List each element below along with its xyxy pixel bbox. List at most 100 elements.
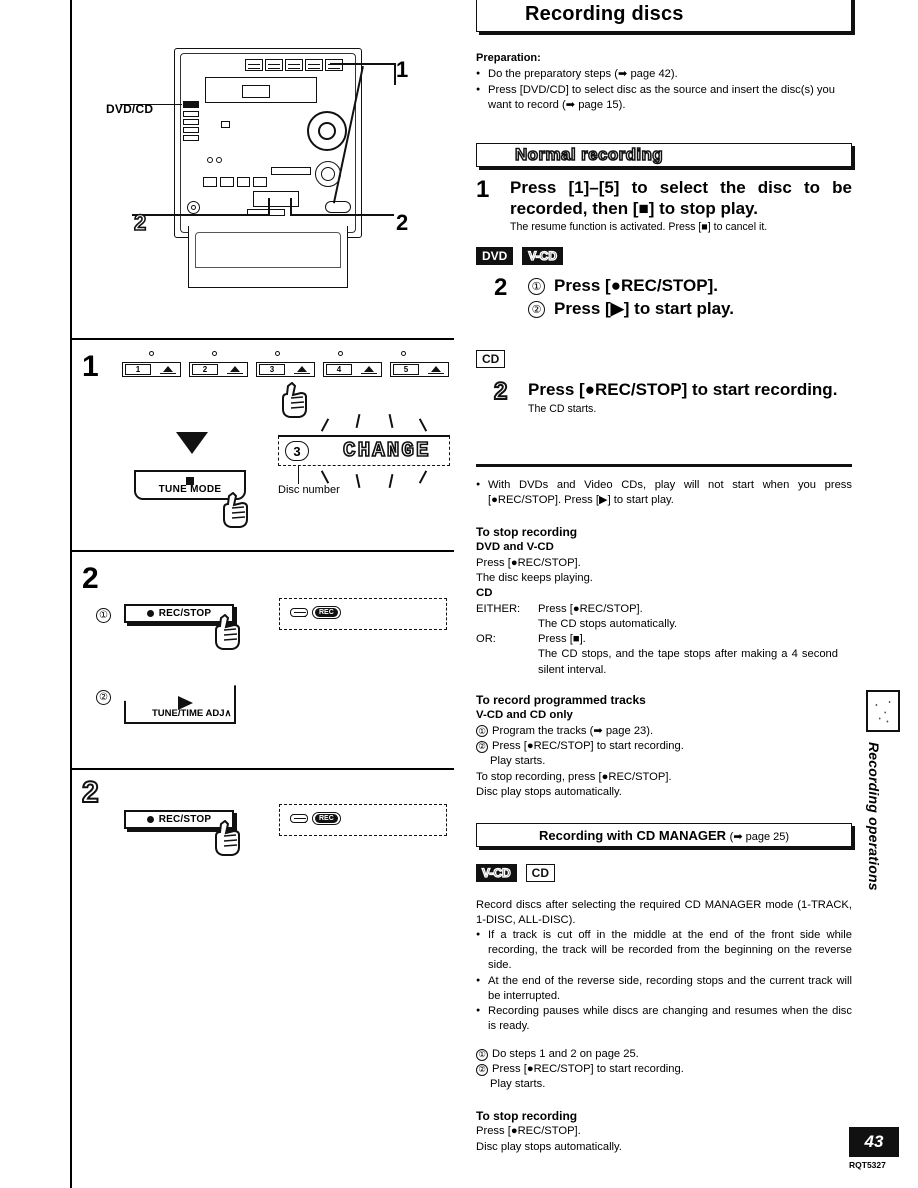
tape-icon-2 <box>290 814 308 823</box>
step-1-sub: The resume function is activated. Press … <box>510 221 768 234</box>
illustration-step-number-2: 2 <box>82 562 99 595</box>
cd-row-or-label: OR: <box>476 633 496 646</box>
display-rec-indicator-1: REC <box>290 606 341 619</box>
normal-recording-step-1: 1 Press [1]–[5] to select the disc to be… <box>476 176 852 235</box>
display-indicator-panel-2: REC <box>279 804 447 836</box>
cd-manager-intro: Record discs after selecting the require… <box>476 899 852 927</box>
transport-buttons-icon <box>203 177 267 187</box>
cd-row-or-line-1: Press [■]. <box>538 633 586 646</box>
panel-step-1-illustration: 1 1 2 3 4 5 TUNE MODE 3 CHANGE Disc numb… <box>72 340 454 552</box>
eject-arrow-3-icon <box>297 366 307 372</box>
programmed-subheading: V-CD and CD only <box>476 709 573 722</box>
badges-dvd-vcd: DVD V-CD <box>476 247 564 266</box>
disc-select-buttons: 1 2 3 4 5 <box>122 362 449 377</box>
down-arrow-icon <box>176 432 208 454</box>
step-2-dvd-text-1: Press [●REC/STOP]. <box>554 276 718 295</box>
section-divider <box>476 464 852 467</box>
cd-manager-marker-2: ② <box>476 1063 488 1076</box>
small-indicator-icon <box>221 121 230 128</box>
cd-row-or: OR: Press [■]. <box>476 632 852 647</box>
panel-step-2-illustration: 2 ① REC/STOP REC ② TUNE/TIME ADJ∧ <box>72 552 454 770</box>
programmed-heading: To record programmed tracks <box>476 693 646 707</box>
display-rec-indicator-2: REC <box>290 812 341 825</box>
programmed-tracks-section: To record programmed tracks V-CD and CD … <box>476 692 852 800</box>
normal-recording-step-2-dvd: 2 ① Press [●REC/STOP]. ② Press [▶] to st… <box>494 276 852 320</box>
to-stop-recording-section-2: To stop recording Press [●REC/STOP]. Dis… <box>476 1108 852 1155</box>
disc-button-2[interactable]: 2 <box>189 362 248 377</box>
cd-manager-text-2: Press [●REC/STOP] to start recording. <box>492 1063 684 1076</box>
badges-cd: CD <box>476 350 506 369</box>
cd-manager-banner-ref: (➡ page 25) <box>729 830 790 843</box>
to-stop-recording-2-line-2: Disc play stops automatically. <box>476 1140 622 1153</box>
preparation-bullet-2: Press [DVD/CD] to select disc as the sou… <box>476 83 852 113</box>
to-stop-recording-heading-2: To stop recording <box>476 1109 578 1123</box>
step-2-dvd-number: 2 <box>494 274 508 301</box>
eject-arrow-1-icon <box>163 366 173 372</box>
dvdcd-button-icon <box>183 101 199 108</box>
rec-stop-label: REC/STOP <box>158 608 212 619</box>
to-stop-recording-heading-1: To stop recording <box>476 525 578 539</box>
cassette-deck-icon <box>253 191 299 207</box>
disc-button-1[interactable]: 1 <box>122 362 181 377</box>
document-code: RQT5327 <box>849 1160 886 1170</box>
programmed-marker-1: ① <box>476 725 488 738</box>
disc-number-caption: Disc number <box>278 484 340 496</box>
programmed-text-2: Press [●REC/STOP] to start recording. <box>492 740 684 753</box>
power-button-icon <box>187 201 200 214</box>
cd-row-or-line-2: The CD stops, and the tape stops after m… <box>538 648 838 676</box>
play-button-label: TUNE/TIME ADJ∧ <box>152 708 232 719</box>
leader-line-callout1-h <box>330 63 396 65</box>
rec-indicator-label-2: REC <box>315 814 338 823</box>
step-2-dvd-item-1: ① Press [●REC/STOP]. <box>528 276 852 296</box>
dvd-vcd-heading: DVD and V-CD <box>476 541 554 554</box>
programmed-item-1: ① Program the tracks (➡ page 23). <box>476 724 852 739</box>
stop-square-icon <box>186 477 194 485</box>
play-button-illustration[interactable]: TUNE/TIME ADJ∧ <box>124 685 236 724</box>
cd-row-either-line-1: Press [●REC/STOP]. <box>538 602 643 615</box>
step-2-dvd-item-2: ② Press [▶] to start play. <box>528 299 852 319</box>
side-tab-thumbnail-icon <box>866 690 900 732</box>
disc-button-3[interactable]: 3 <box>256 362 315 377</box>
disc-tray-buttons-icon <box>245 59 343 71</box>
tape-window-icon <box>271 167 311 175</box>
disc-number-value: 3 <box>285 441 309 461</box>
cd-row-or-2: The CD stops, and the tape stops after m… <box>476 647 852 677</box>
disc-led-2-icon <box>212 351 217 356</box>
illustration-step-number-1: 1 <box>82 350 99 383</box>
disc-button-3-label: 3 <box>259 364 285 375</box>
step-2-cd-sub: The CD starts. <box>528 402 597 415</box>
disc-button-5[interactable]: 5 <box>390 362 449 377</box>
cd-manager-text-1: Do steps 1 and 2 on page 25. <box>492 1048 639 1060</box>
left-illustration-column: DVD/CD 1 2 2 1 1 2 3 4 5 TUNE MODE 3 CHA… <box>70 0 454 1188</box>
cd-manager-banner: Recording with CD MANAGER (➡ page 25) <box>476 823 852 847</box>
volume-knob-icon <box>307 111 347 151</box>
leader-line-callout2-left <box>132 214 270 216</box>
tune-mode-label: TUNE MODE <box>158 484 222 495</box>
cd-row-either: EITHER: Press [●REC/STOP]. <box>476 602 852 617</box>
disc-button-2-label: 2 <box>192 364 218 375</box>
leader-line-callout2-right <box>290 214 394 216</box>
programmed-item-2: ② Press [●REC/STOP] to start recording. <box>476 739 852 754</box>
stereo-unit-illustration <box>120 48 396 293</box>
callout-2-left: 2 <box>133 209 147 236</box>
side-tab-label: Recording operations <box>866 742 882 891</box>
badge-cd-2: CD <box>525 864 556 883</box>
step-1-number: 1 <box>476 176 490 203</box>
disc-led-5-icon <box>401 351 406 356</box>
badge-dvd: DVD <box>476 247 514 266</box>
disc-button-4[interactable]: 4 <box>323 362 382 377</box>
leader-line-disc-number <box>298 466 300 484</box>
disc-button-4-label: 4 <box>326 364 352 375</box>
tape-icon <box>290 608 308 617</box>
step-2-cd-heading: Press [●REC/STOP] to start recording. <box>528 380 838 399</box>
illustration-substep-marker-1: ① <box>96 608 111 623</box>
cd-manager-item-2-sub: Play starts. <box>490 1078 546 1091</box>
normal-recording-banner: Normal recording <box>476 143 852 167</box>
page-title: Recording discs <box>525 2 684 25</box>
illustration-substep-marker-2: ② <box>96 690 111 705</box>
step-2-dvd-text-2: Press [▶] to start play. <box>554 299 734 319</box>
disc-button-1-label: 1 <box>125 364 151 375</box>
cd-manager-bullet-3: Recording pauses while discs are changin… <box>476 1004 852 1034</box>
eject-arrow-5-icon <box>431 366 441 372</box>
badge-vcd: V-CD <box>522 247 564 266</box>
